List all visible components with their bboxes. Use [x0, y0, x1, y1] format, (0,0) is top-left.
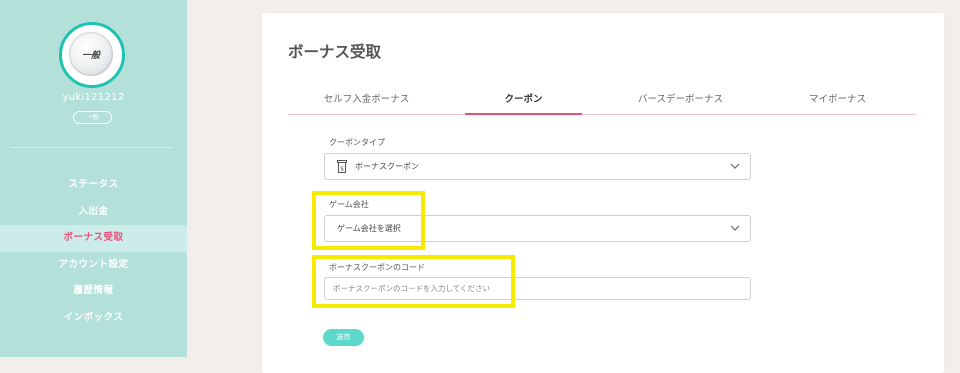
coupon-code-label: ボーナスクーポンのコード	[329, 263, 425, 272]
sidebar-item-inbox[interactable]: インボックス	[0, 305, 187, 332]
sidebar-item-account-settings[interactable]: アカウント設定	[0, 252, 187, 279]
game-company-value: ゲーム会社を選択	[337, 224, 401, 233]
tab-coupon[interactable]: クーポン	[445, 86, 602, 115]
tab-self-deposit-bonus[interactable]: セルフ入金ボーナス	[288, 86, 445, 114]
game-company-select[interactable]: ゲーム会社を選択	[324, 215, 751, 242]
svg-text:$: $	[340, 166, 344, 173]
sidebar-divider	[10, 147, 173, 148]
tab-my-bonus[interactable]: マイボーナス	[759, 86, 916, 114]
coupon-icon: $	[337, 160, 347, 173]
tab-bar: セルフ入金ボーナス クーポン バースデーボーナス マイボーナス	[288, 86, 916, 115]
submit-button[interactable]: 送信	[323, 329, 364, 346]
sidebar: 一般 yuki121212 一般 ステータス 入出金 ボーナス受取 アカウント設…	[0, 0, 187, 357]
chevron-down-icon	[730, 163, 740, 169]
avatar[interactable]: 一般	[59, 22, 125, 88]
sidebar-item-history[interactable]: 履歴情報	[0, 278, 187, 305]
coupon-type-value: ボーナスクーポン	[355, 162, 419, 171]
chevron-down-icon	[730, 225, 740, 231]
rank-medal-icon: 一般	[69, 32, 113, 76]
page-title: ボーナス受取	[288, 43, 382, 61]
avatar-rank-label: 一般	[81, 50, 100, 61]
username: yuki121212	[62, 92, 125, 103]
game-company-label: ゲーム会社	[329, 200, 369, 209]
sidebar-item-deposit-withdraw[interactable]: 入出金	[0, 199, 187, 226]
coupon-type-select[interactable]: $ ボーナスクーポン	[324, 153, 751, 180]
tab-birthday-bonus[interactable]: バースデーボーナス	[602, 86, 759, 114]
rank-badge: 一般	[73, 111, 112, 124]
sidebar-item-bonus-receive[interactable]: ボーナス受取	[0, 225, 187, 252]
sidebar-item-status[interactable]: ステータス	[0, 172, 187, 199]
main-card: ボーナス受取 セルフ入金ボーナス クーポン バースデーボーナス マイボーナス ク…	[262, 13, 944, 373]
coupon-code-input[interactable]	[324, 277, 751, 300]
coupon-type-label: クーポンタイプ	[329, 138, 385, 147]
sidebar-nav: ステータス 入出金 ボーナス受取 アカウント設定 履歴情報 インボックス	[0, 172, 187, 331]
